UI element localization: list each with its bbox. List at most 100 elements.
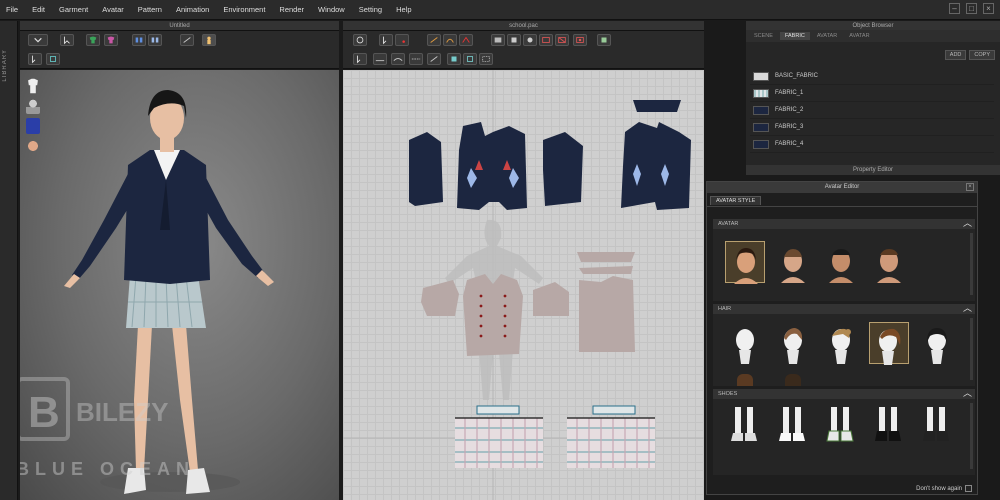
sew-free-icon[interactable] <box>391 53 405 65</box>
edit-point-icon[interactable] <box>395 34 409 46</box>
maximize-icon[interactable]: □ <box>966 3 977 14</box>
pattern-canvas[interactable] <box>343 70 704 500</box>
view2d-title-text: school.pac <box>509 23 538 29</box>
add-fabric-button[interactable]: ADD <box>944 50 967 60</box>
hair-thumb[interactable] <box>785 374 801 386</box>
transform-arrow-icon[interactable] <box>28 53 42 65</box>
chevron-up-icon[interactable]: ︿ <box>963 388 972 398</box>
object-browser-tabs: SCENE FABRIC AVATAR AVATAR <box>746 30 1000 42</box>
avatar-figure-icon[interactable] <box>202 34 216 46</box>
hair-thumb[interactable] <box>869 322 909 365</box>
internal-shape-icon[interactable] <box>555 34 569 46</box>
list-item[interactable]: FABRIC_2 <box>750 102 994 119</box>
minimize-icon[interactable]: – <box>949 3 960 14</box>
menu-setting[interactable]: Setting <box>359 5 382 14</box>
select-pattern-icon[interactable] <box>379 34 393 46</box>
view2d-toolbar <box>343 31 704 69</box>
list-item[interactable]: FABRIC_4 <box>750 136 994 153</box>
square-pattern-icon[interactable] <box>507 34 521 46</box>
tab-avatar[interactable]: AVATAR <box>812 32 842 40</box>
garment-pink-icon[interactable] <box>104 34 118 46</box>
list-item[interactable]: BASIC_FABRIC <box>750 68 994 85</box>
arrange-icon[interactable] <box>132 34 146 46</box>
close-icon[interactable]: × <box>983 3 994 14</box>
arrange-2-icon[interactable] <box>148 34 162 46</box>
close-icon[interactable]: × <box>966 183 974 191</box>
menu-render[interactable]: Render <box>279 5 304 14</box>
viewport-2d[interactable] <box>343 70 704 500</box>
view-mode-icon[interactable] <box>28 34 48 46</box>
list-item[interactable]: FABRIC_1 <box>750 85 994 102</box>
tab-avatar-2[interactable]: AVATAR <box>844 32 874 40</box>
garment-icon[interactable] <box>86 34 100 46</box>
hair-thumb[interactable] <box>737 374 753 386</box>
refresh-icon[interactable] <box>353 34 367 46</box>
scrollbar[interactable] <box>970 233 973 295</box>
zoom-fit-icon[interactable] <box>479 53 493 65</box>
menu-environment[interactable]: Environment <box>223 5 265 14</box>
dont-show-again: Don't show again <box>916 485 972 492</box>
avatar-thumb[interactable] <box>821 241 861 283</box>
menu-animation[interactable]: Animation <box>176 5 209 14</box>
dont-show-again-checkbox[interactable] <box>965 485 972 492</box>
library-panel[interactable]: LIBRARY <box>0 21 18 500</box>
shoe-thumb[interactable] <box>821 405 861 447</box>
sew-select-icon[interactable] <box>353 53 367 65</box>
internal-line-icon[interactable] <box>539 34 553 46</box>
menu-bar: File Edit Garment Avatar Pattern Animati… <box>0 0 1000 20</box>
menu-avatar[interactable]: Avatar <box>102 5 124 14</box>
fabric-swatch <box>753 122 769 132</box>
hair-thumb[interactable] <box>773 322 813 364</box>
avatar-section: AVATAR ︿ <box>713 218 975 301</box>
hair-section-label: HAIR <box>718 306 732 312</box>
object-browser-title-text: Object Browser <box>852 23 894 29</box>
hole-icon[interactable] <box>573 34 587 46</box>
hair-thumb[interactable] <box>725 322 765 364</box>
circle-pattern-icon[interactable] <box>523 34 537 46</box>
shoe-thumb[interactable] <box>917 405 957 447</box>
dart-icon[interactable] <box>459 34 473 46</box>
tack-edit-icon[interactable] <box>463 53 477 65</box>
select-arrow-icon[interactable] <box>60 34 74 46</box>
segment-icon[interactable] <box>427 34 441 46</box>
chevron-up-icon[interactable]: ︿ <box>963 218 972 228</box>
pin-icon[interactable] <box>180 34 194 46</box>
menu-help[interactable]: Help <box>396 5 411 14</box>
copy-fabric-button[interactable]: COPY <box>969 50 995 60</box>
shoe-thumb[interactable] <box>725 405 765 447</box>
property-editor-title-text: Property Editor <box>852 167 894 173</box>
scrollbar[interactable] <box>970 318 973 380</box>
tab-avatar-style[interactable]: AVATAR STYLE <box>710 196 762 205</box>
avatar-thumb[interactable] <box>869 241 909 283</box>
shoe-thumb[interactable] <box>869 405 909 447</box>
menu-edit[interactable]: Edit <box>32 5 45 14</box>
menu-garment[interactable]: Garment <box>59 5 88 14</box>
menu-file[interactable]: File <box>6 5 18 14</box>
avatar-section-header[interactable]: AVATAR ︿ <box>713 218 975 229</box>
transform-box-icon[interactable] <box>46 53 60 65</box>
avatar-thumb[interactable] <box>773 241 813 283</box>
avatar-thumb[interactable] <box>725 241 765 284</box>
menu-pattern[interactable]: Pattern <box>138 5 162 14</box>
viewport-3d[interactable]: B BILEZY BLUE OCEAN <box>20 70 339 500</box>
hair-thumb[interactable] <box>821 322 861 364</box>
hair-section-header[interactable]: HAIR ︿ <box>713 303 975 314</box>
hair-thumb[interactable] <box>917 322 957 364</box>
rect-pattern-icon[interactable] <box>491 34 505 46</box>
menu-window[interactable]: Window <box>318 5 345 14</box>
scrollbar[interactable] <box>970 403 973 469</box>
shoes-section-header[interactable]: SHOES ︿ <box>713 388 975 399</box>
sew-segment-icon[interactable] <box>373 53 387 65</box>
curve-icon[interactable] <box>443 34 457 46</box>
sew-edit-icon[interactable] <box>427 53 441 65</box>
shoe-thumb[interactable] <box>773 405 813 447</box>
tack-icon[interactable] <box>447 53 461 65</box>
list-item[interactable]: FABRIC_3 <box>750 119 994 136</box>
tab-fabric[interactable]: FABRIC <box>779 32 810 40</box>
sew-multi-icon[interactable] <box>409 53 423 65</box>
hair-section: HAIR ︿ <box>713 303 975 386</box>
tab-scene[interactable]: SCENE <box>749 32 778 40</box>
chevron-up-icon[interactable]: ︿ <box>963 303 972 313</box>
gizmo-icon[interactable] <box>597 34 611 46</box>
watermark-sub: BLUE OCEAN <box>20 459 195 479</box>
